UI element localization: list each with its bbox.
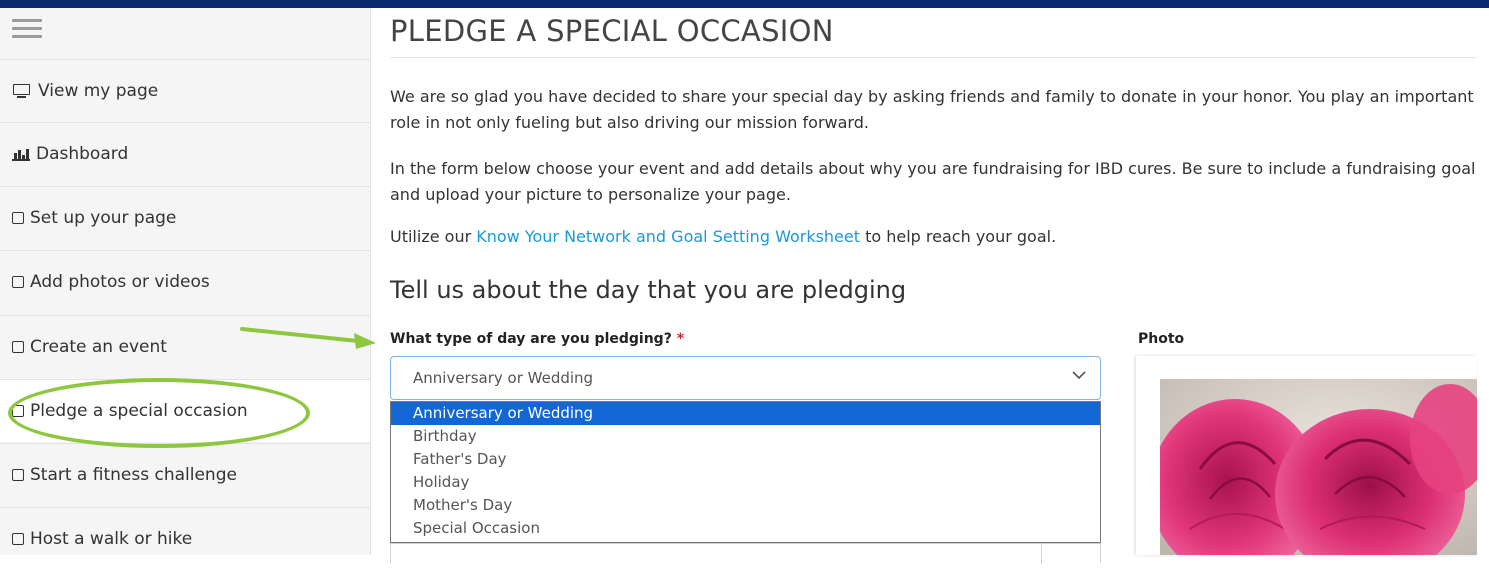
- checkbox-icon: [12, 405, 24, 417]
- sidebar-item-label: Create an event: [30, 337, 167, 357]
- checkbox-icon: [12, 212, 24, 224]
- sidebar: View my page Dashboard Set up your page …: [0, 8, 371, 555]
- required-marker: *: [676, 331, 685, 347]
- day-type-label: What type of day are you pledging? *: [390, 331, 684, 347]
- top-bar: [0, 0, 1489, 8]
- chevron-down-icon: [1072, 371, 1086, 380]
- sidebar-item-label: View my page: [38, 81, 159, 101]
- sidebar-item-add-photos-or-videos[interactable]: Add photos or videos: [0, 250, 370, 313]
- roses-photo[interactable]: [1160, 379, 1477, 555]
- sidebar-item-label: Start a fitness challenge: [30, 465, 237, 485]
- hamburger-menu-icon[interactable]: [12, 14, 42, 54]
- dropdown-option-fathers-day[interactable]: Father's Day: [391, 448, 1100, 471]
- worksheet-text-before: Utilize our: [390, 227, 477, 246]
- instructions-paragraph: In the form below choose your event and …: [390, 159, 1476, 204]
- dropdown-option-anniversary-or-wedding[interactable]: Anniversary or Wedding: [391, 402, 1100, 425]
- photo-panel: [1136, 356, 1477, 555]
- intro-paragraph: We are so glad you have decided to share…: [390, 87, 1474, 132]
- checkbox-icon: [12, 341, 24, 353]
- sidebar-item-label: Add photos or videos: [30, 272, 210, 292]
- day-type-label-text: What type of day are you pledging?: [390, 331, 672, 347]
- sidebar-item-create-an-event[interactable]: Create an event: [0, 315, 370, 378]
- checkbox-icon: [12, 276, 24, 288]
- day-type-dropdown-list: Anniversary or Wedding Birthday Father's…: [390, 401, 1101, 543]
- sidebar-item-label: Set up your page: [30, 208, 177, 228]
- sidebar-item-set-up-your-page[interactable]: Set up your page: [0, 186, 370, 249]
- worksheet-text-after: to help reach your goal.: [860, 227, 1057, 246]
- sidebar-item-host-a-walk-or-hike[interactable]: Host a walk or hike: [0, 507, 370, 570]
- page-title: PLEDGE A SPECIAL OCCASION: [390, 14, 834, 48]
- checkbox-icon: [12, 533, 24, 545]
- dropdown-option-birthday[interactable]: Birthday: [391, 425, 1100, 448]
- dropdown-option-mothers-day[interactable]: Mother's Day: [391, 494, 1100, 517]
- bar-chart-icon: [12, 147, 30, 161]
- select-value: Anniversary or Wedding: [413, 369, 594, 387]
- sidebar-item-label: Pledge a special occasion: [30, 401, 248, 421]
- day-type-select[interactable]: Anniversary or Wedding: [390, 356, 1101, 400]
- dropdown-option-special-occasion[interactable]: Special Occasion: [391, 517, 1100, 540]
- dropdown-option-holiday[interactable]: Holiday: [391, 471, 1100, 494]
- obscured-input-field[interactable]: [390, 543, 1101, 564]
- checkbox-icon: [12, 469, 24, 481]
- title-divider: [390, 57, 1476, 58]
- photo-label: Photo: [1138, 331, 1185, 347]
- worksheet-paragraph: Utilize our Know Your Network and Goal S…: [390, 224, 1476, 250]
- worksheet-link[interactable]: Know Your Network and Goal Setting Works…: [476, 227, 860, 246]
- sidebar-item-label: Dashboard: [36, 144, 129, 164]
- sidebar-item-label: Host a walk or hike: [30, 529, 193, 549]
- section-title: Tell us about the day that you are pledg…: [390, 276, 907, 304]
- monitor-icon: [12, 83, 32, 99]
- sidebar-item-start-a-fitness-challenge[interactable]: Start a fitness challenge: [0, 443, 370, 506]
- sidebar-item-view-my-page[interactable]: View my page: [0, 59, 370, 122]
- sidebar-item-dashboard[interactable]: Dashboard: [0, 122, 370, 185]
- sidebar-item-pledge-a-special-occasion[interactable]: Pledge a special occasion: [0, 379, 370, 442]
